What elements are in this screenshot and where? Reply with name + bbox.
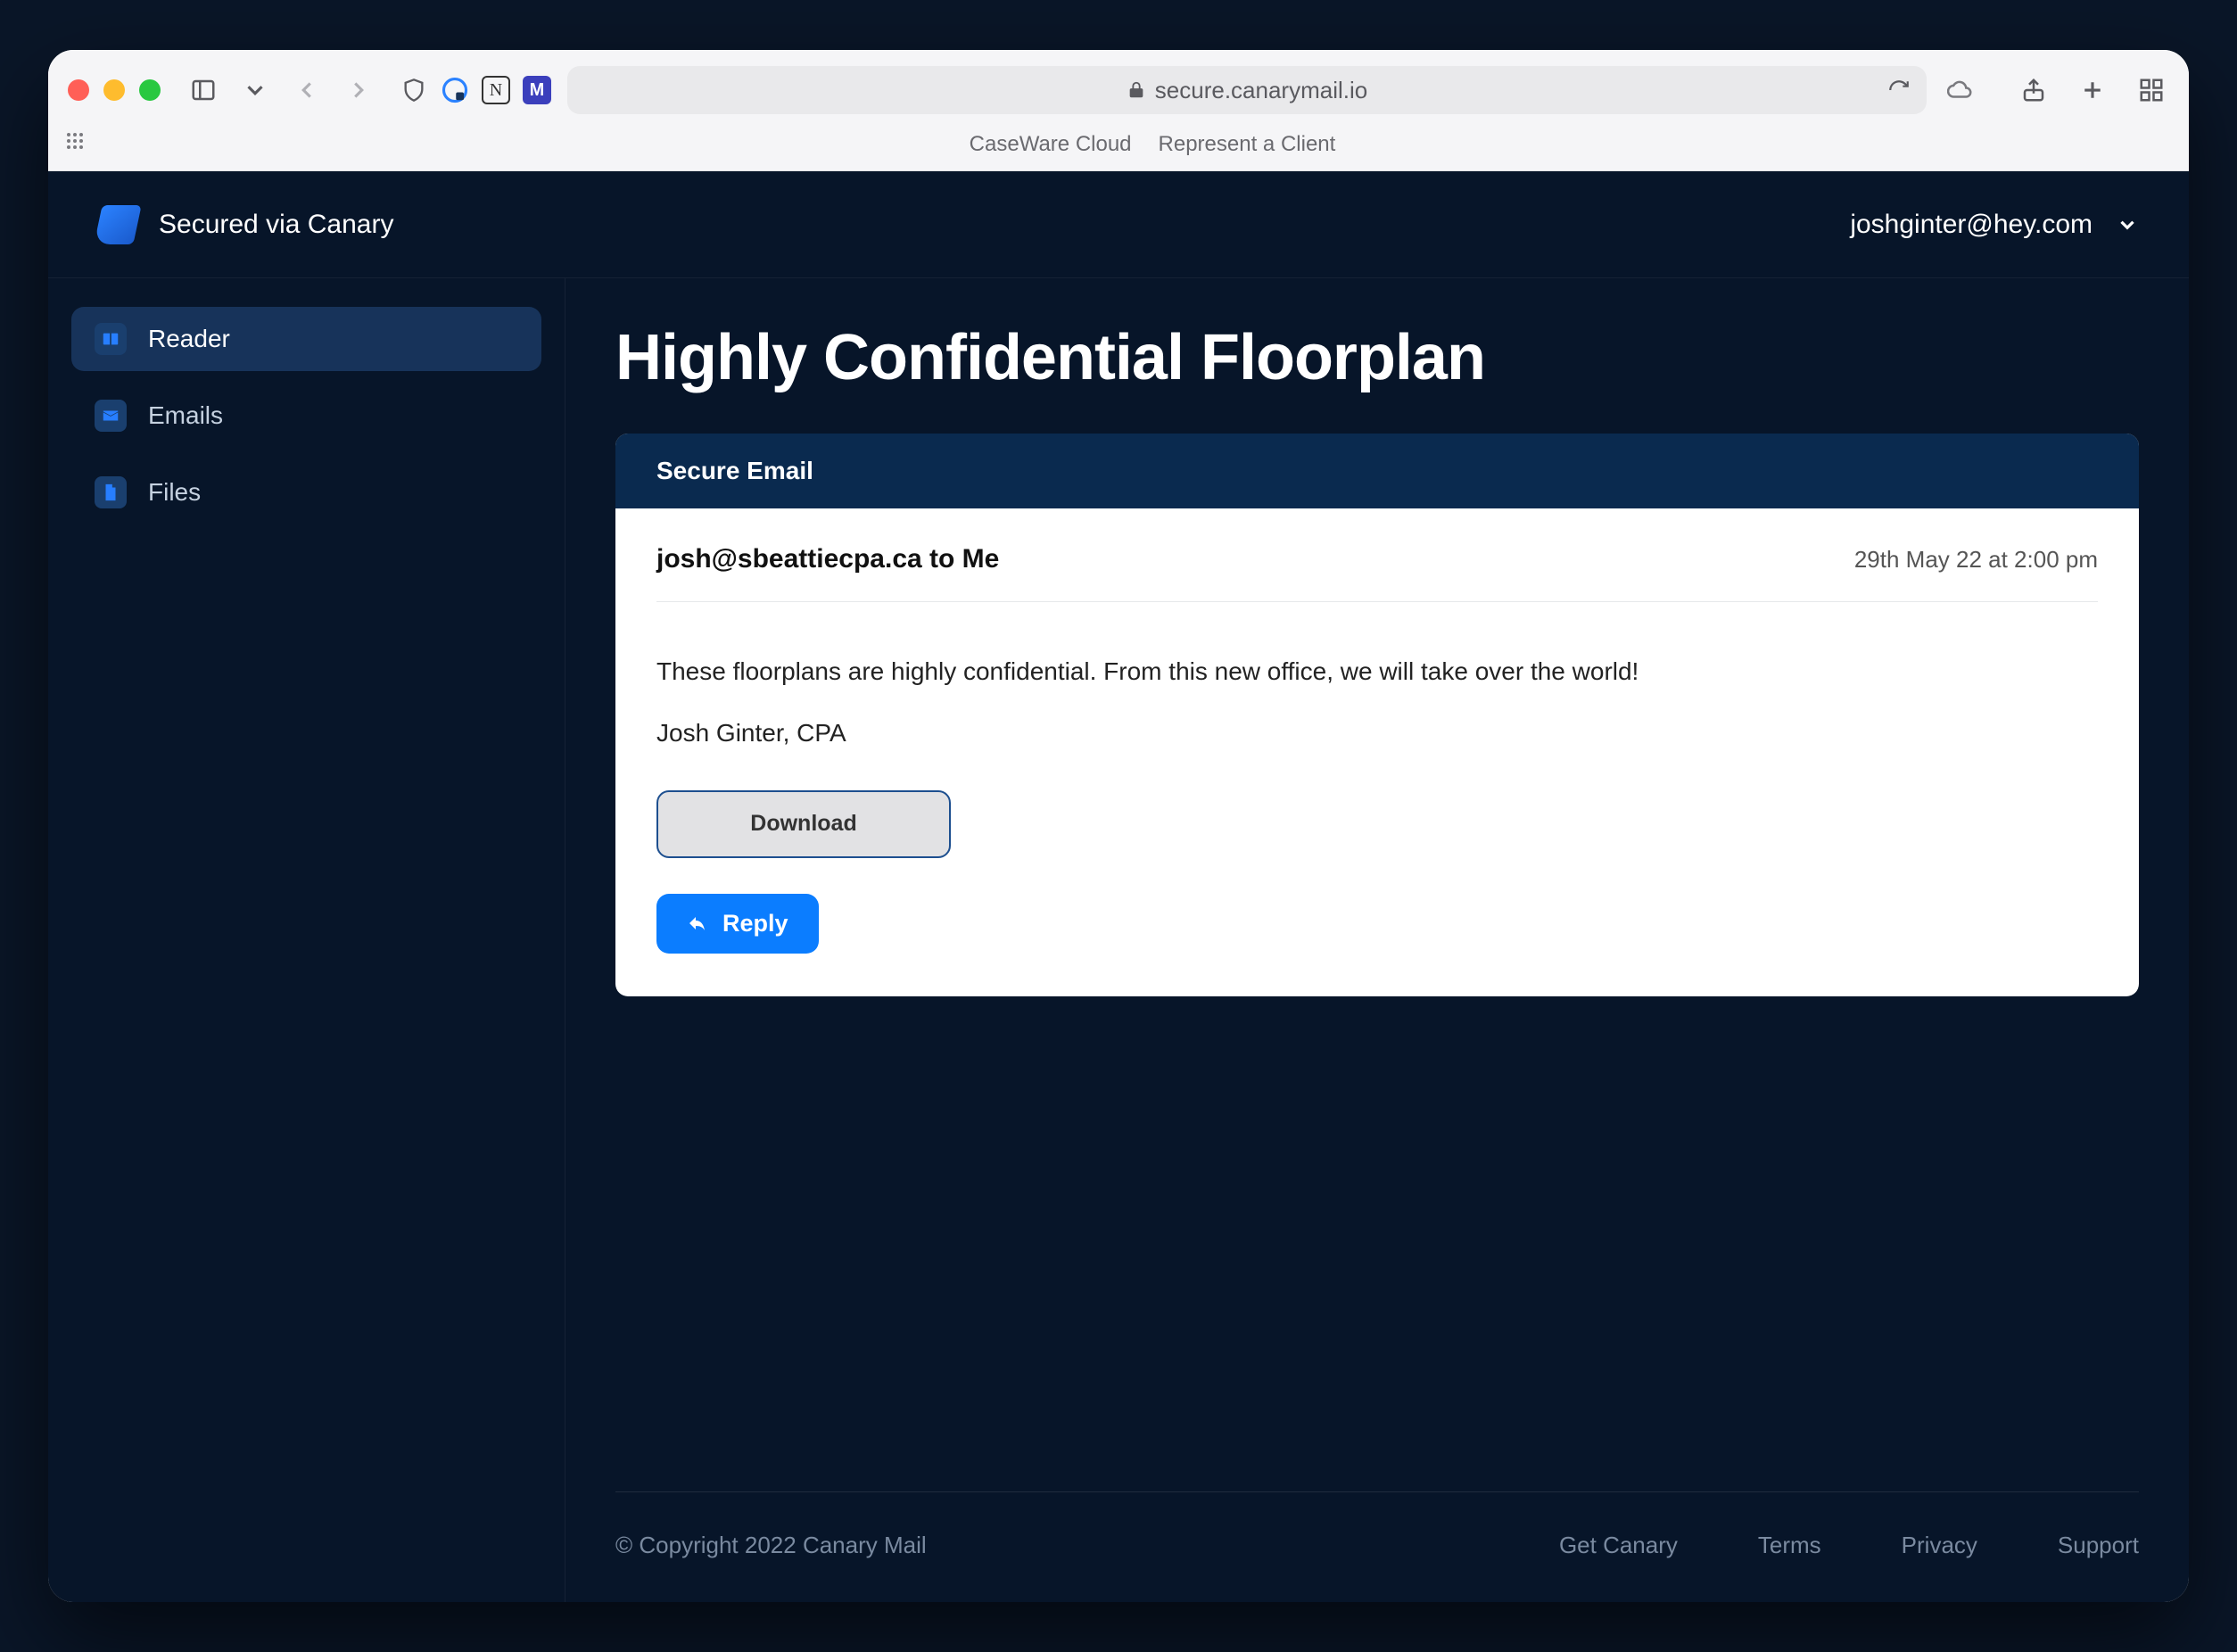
- user-menu[interactable]: joshginter@hey.com: [1850, 210, 2139, 240]
- footer-link-terms[interactable]: Terms: [1758, 1532, 1821, 1559]
- lock-icon: [1127, 80, 1146, 100]
- footer-row: © Copyright 2022 Canary Mail Get Canary …: [615, 1532, 2139, 1559]
- user-email: joshginter@hey.com: [1850, 210, 2093, 240]
- app-page: Secured via Canary joshginter@hey.com Re…: [48, 171, 2189, 1602]
- reply-label: Reply: [722, 910, 788, 938]
- sidebar-item-label: Files: [148, 478, 201, 507]
- date-line: 29th May 22 at 2:00 pm: [1854, 546, 2098, 574]
- email-signature: Josh Ginter, CPA: [656, 719, 2098, 748]
- back-button[interactable]: [289, 72, 325, 108]
- window-minimize-button[interactable]: [103, 79, 125, 101]
- right-toolbar: [2016, 72, 2169, 108]
- chevron-down-icon: [2116, 213, 2139, 236]
- extension-icon-1[interactable]: [441, 76, 469, 104]
- sidebar-item-label: Emails: [148, 401, 223, 430]
- reader-icon: [95, 323, 127, 355]
- extension-icon-notion[interactable]: N: [482, 76, 510, 104]
- tab-overview-button[interactable]: [2134, 72, 2169, 108]
- email-meta: josh@sbeattiecpa.ca to Me 29th May 22 at…: [656, 544, 2098, 602]
- email-body: These floorplans are highly confidential…: [656, 652, 2098, 692]
- file-icon: [95, 476, 127, 508]
- reply-icon: [687, 913, 708, 934]
- footer-links: Get Canary Terms Privacy Support: [1559, 1532, 2139, 1559]
- bookmark-item[interactable]: CaseWare Cloud: [970, 132, 1132, 157]
- footer-link-get-canary[interactable]: Get Canary: [1559, 1532, 1678, 1559]
- sidebar-toggle-button[interactable]: [186, 72, 221, 108]
- cloud-icon[interactable]: [1943, 72, 1978, 108]
- footer-divider: [615, 1491, 2139, 1492]
- bookmark-item[interactable]: Represent a Client: [1159, 132, 1336, 157]
- tab-dropdown-button[interactable]: [237, 72, 273, 108]
- window-close-button[interactable]: [68, 79, 89, 101]
- page-title: Highly Confidential Floorplan: [615, 321, 2139, 394]
- copyright: © Copyright 2022 Canary Mail: [615, 1532, 927, 1559]
- favicon-bar: N M: [400, 76, 551, 104]
- refresh-icon[interactable]: [1887, 78, 1911, 102]
- sidebar-item-label: Reader: [148, 325, 230, 353]
- browser-window: N M secure.canarymail.io: [48, 50, 2189, 1602]
- browser-toolbar: N M secure.canarymail.io: [48, 50, 2189, 130]
- forward-button[interactable]: [341, 72, 376, 108]
- window-maximize-button[interactable]: [139, 79, 161, 101]
- brand-text: Secured via Canary: [159, 210, 393, 240]
- from-line: josh@sbeattiecpa.ca to Me: [656, 544, 999, 574]
- share-button[interactable]: [2016, 72, 2051, 108]
- url-text: secure.canarymail.io: [1155, 77, 1367, 104]
- download-button[interactable]: Download: [656, 790, 951, 858]
- url-bar[interactable]: secure.canarymail.io: [567, 66, 1927, 114]
- app-body: Reader Emails Files Highly Confidential …: [48, 278, 2189, 1602]
- sidebar-item-emails[interactable]: Emails: [71, 384, 541, 448]
- footer-link-support[interactable]: Support: [2058, 1532, 2139, 1559]
- traffic-lights: [68, 79, 161, 101]
- new-tab-button[interactable]: [2075, 72, 2110, 108]
- privacy-shield-icon[interactable]: [400, 76, 428, 104]
- bookmark-bar: CaseWare Cloud Represent a Client: [48, 130, 2189, 170]
- reply-button[interactable]: Reply: [656, 894, 819, 954]
- footer-link-privacy[interactable]: Privacy: [1902, 1532, 1977, 1559]
- card-body: josh@sbeattiecpa.ca to Me 29th May 22 at…: [615, 508, 2139, 996]
- main-content: Highly Confidential Floorplan Secure Ema…: [565, 278, 2189, 1602]
- sidebar: Reader Emails Files: [48, 278, 565, 1602]
- app-header: Secured via Canary joshginter@hey.com: [48, 171, 2189, 278]
- footer: © Copyright 2022 Canary Mail Get Canary …: [615, 1449, 2139, 1559]
- browser-chrome: N M secure.canarymail.io: [48, 50, 2189, 171]
- extension-icon-m[interactable]: M: [523, 76, 551, 104]
- sidebar-item-reader[interactable]: Reader: [71, 307, 541, 371]
- sidebar-item-files[interactable]: Files: [71, 460, 541, 525]
- apps-grid-icon[interactable]: [64, 130, 86, 158]
- canary-logo-icon: [94, 205, 141, 244]
- email-card: Secure Email josh@sbeattiecpa.ca to Me 2…: [615, 434, 2139, 996]
- brand: Secured via Canary: [98, 205, 393, 244]
- card-header: Secure Email: [615, 434, 2139, 508]
- email-icon: [95, 400, 127, 432]
